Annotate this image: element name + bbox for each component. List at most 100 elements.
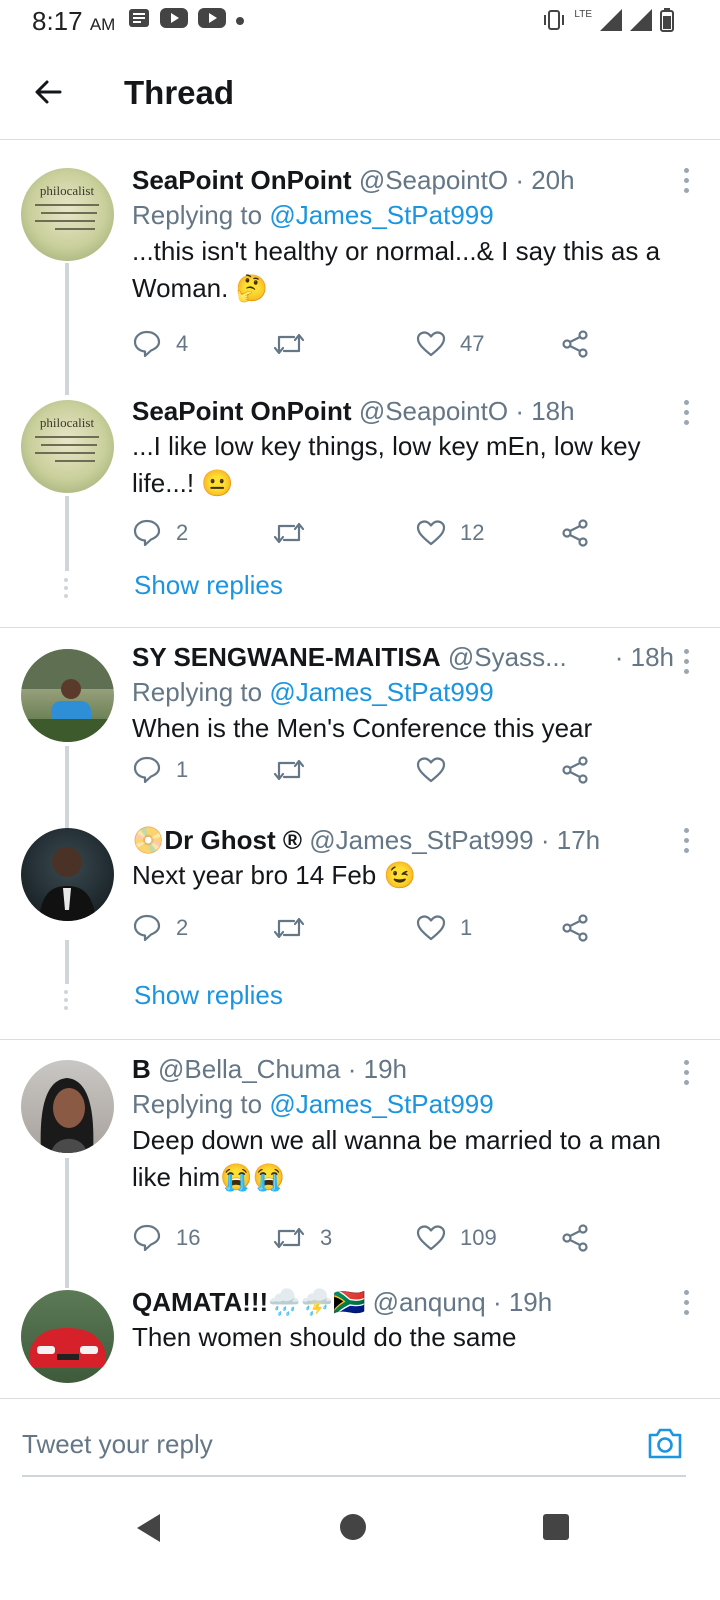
tweet-time: · 19h — [492, 1287, 553, 1317]
retweet-button[interactable]: 3 — [272, 1220, 332, 1256]
tweet[interactable]: QAMATA!!!🌧️⛈️🇿🇦 @anqunq · 19h Then women… — [0, 1287, 720, 1398]
avatar[interactable] — [21, 1060, 114, 1153]
heart-icon — [416, 1225, 446, 1251]
retweet-button[interactable] — [272, 910, 320, 946]
share-button[interactable] — [560, 910, 590, 946]
reply-count: 4 — [176, 331, 189, 356]
reply-button[interactable]: 4 — [132, 326, 188, 362]
conversation-group: SY SENGWANE-MAITISA @Syass... · 18h Repl… — [0, 628, 720, 1040]
tweet-time: · 20h — [515, 165, 575, 195]
svg-text:philocalist: philocalist — [40, 183, 95, 198]
author-handle[interactable]: @anqunq — [373, 1287, 486, 1317]
like-button[interactable]: 47 — [416, 326, 484, 362]
avatar[interactable] — [21, 649, 114, 742]
reply-icon — [133, 756, 161, 784]
notification-icons — [128, 8, 244, 33]
share-icon — [562, 756, 588, 784]
author-name[interactable]: B — [132, 1054, 151, 1084]
more-options-button[interactable] — [682, 400, 690, 426]
author-name[interactable]: SeaPoint OnPoint — [132, 396, 352, 426]
nav-recents-button[interactable] — [543, 1514, 569, 1540]
more-options-button[interactable] — [682, 1060, 690, 1086]
share-icon — [562, 914, 588, 942]
avatar[interactable] — [21, 1290, 114, 1383]
replying-to-handle[interactable]: @James_StPat999 — [269, 200, 493, 230]
retweet-icon — [273, 522, 305, 544]
retweet-button[interactable] — [272, 515, 320, 551]
reply-button[interactable]: 1 — [132, 752, 188, 788]
reply-icon — [133, 330, 161, 358]
avatar[interactable] — [21, 828, 114, 921]
share-button[interactable] — [560, 515, 590, 551]
youtube-icon — [198, 8, 226, 33]
author-handle[interactable]: @SeapointO — [359, 396, 508, 426]
like-button[interactable]: 109 — [416, 1220, 497, 1256]
author-name[interactable]: SeaPoint OnPoint — [132, 165, 352, 195]
tweet-body: B @Bella_Chuma · 19h Replying to @James_… — [132, 1052, 692, 1196]
like-button[interactable] — [416, 752, 460, 788]
more-options-button[interactable] — [682, 168, 690, 194]
arrow-left-icon — [35, 80, 62, 104]
author-handle[interactable]: @James_StPat999 — [309, 825, 533, 855]
like-count: 47 — [460, 331, 485, 356]
author-handle[interactable]: @Syass... — [448, 642, 567, 672]
nav-back-button[interactable] — [134, 1512, 164, 1544]
reply-icon — [133, 1224, 161, 1252]
author-handle[interactable]: @SeapointO — [359, 165, 508, 195]
tweet-header: 📀Dr Ghost ® @James_StPat999 · 17h — [132, 823, 692, 857]
replying-to: Replying to @James_StPat999 — [132, 1089, 494, 1119]
nav-home-button[interactable] — [340, 1514, 366, 1540]
triangle-back-icon — [137, 1514, 160, 1542]
avatar[interactable]: philocalist — [21, 168, 114, 261]
avatar[interactable]: philocalist — [21, 400, 114, 493]
show-replies-link[interactable]: Show replies — [134, 980, 283, 1011]
signal-icon — [630, 9, 652, 36]
retweet-icon — [273, 917, 305, 939]
tweet-text: Deep down we all wanna be married to a m… — [132, 1125, 661, 1192]
like-button[interactable]: 1 — [416, 910, 472, 946]
like-count: 109 — [460, 1225, 497, 1250]
reply-count: 1 — [176, 757, 189, 782]
more-options-button[interactable] — [682, 1290, 690, 1316]
author-name[interactable]: SY SENGWANE-MAITISA — [132, 642, 441, 672]
retweet-icon — [273, 333, 305, 355]
tweet-actions: 1 — [132, 752, 602, 788]
more-options-button[interactable] — [682, 828, 690, 854]
tweet-reply-input[interactable]: Tweet your reply — [22, 1429, 213, 1460]
share-button[interactable] — [560, 1220, 590, 1256]
like-count: 12 — [460, 520, 485, 545]
tweet[interactable]: philocalist SeaPoint OnPoint @SeapointO … — [0, 386, 720, 576]
retweet-button[interactable] — [272, 752, 320, 788]
thread-list[interactable]: philocalist SeaPoint OnPoint @SeapointO … — [0, 146, 720, 1398]
reply-button[interactable]: 2 — [132, 910, 188, 946]
author-name[interactable]: 📀Dr Ghost ® — [132, 825, 302, 855]
reply-count: 16 — [176, 1225, 201, 1250]
retweet-button[interactable] — [272, 326, 320, 362]
camera-icon — [648, 1428, 682, 1459]
share-button[interactable] — [560, 326, 590, 362]
author-handle[interactable]: @Bella_Chuma — [158, 1054, 340, 1084]
heart-icon — [416, 331, 446, 357]
camera-button[interactable] — [646, 1425, 684, 1461]
signal-icon — [600, 9, 622, 36]
replying-to-handle[interactable]: @James_StPat999 — [269, 677, 493, 707]
tweet[interactable]: philocalist SeaPoint OnPoint @SeapointO … — [0, 146, 720, 386]
heart-icon — [416, 757, 446, 783]
like-button[interactable]: 12 — [416, 515, 484, 551]
conversation-group: philocalist SeaPoint OnPoint @SeapointO … — [0, 146, 720, 628]
tweet[interactable]: SY SENGWANE-MAITISA @Syass... · 18h Repl… — [0, 628, 720, 828]
retweet-count: 3 — [320, 1225, 333, 1250]
tweet[interactable]: B @Bella_Chuma · 19h Replying to @James_… — [0, 1040, 720, 1290]
author-name[interactable]: QAMATA!!!🌧️⛈️🇿🇦 — [132, 1287, 365, 1317]
thread-dots — [64, 990, 68, 1014]
tweet[interactable]: 📀Dr Ghost ® @James_StPat999 · 17h Next y… — [0, 825, 720, 978]
more-options-button[interactable] — [682, 649, 690, 675]
replying-to-handle[interactable]: @James_StPat999 — [269, 1089, 493, 1119]
back-button[interactable] — [30, 74, 66, 110]
tweet-actions: 2 12 — [132, 515, 602, 551]
share-button[interactable] — [560, 752, 590, 788]
show-replies-link[interactable]: Show replies — [134, 570, 283, 601]
heart-icon — [416, 520, 446, 546]
reply-button[interactable]: 16 — [132, 1220, 200, 1256]
reply-button[interactable]: 2 — [132, 515, 188, 551]
